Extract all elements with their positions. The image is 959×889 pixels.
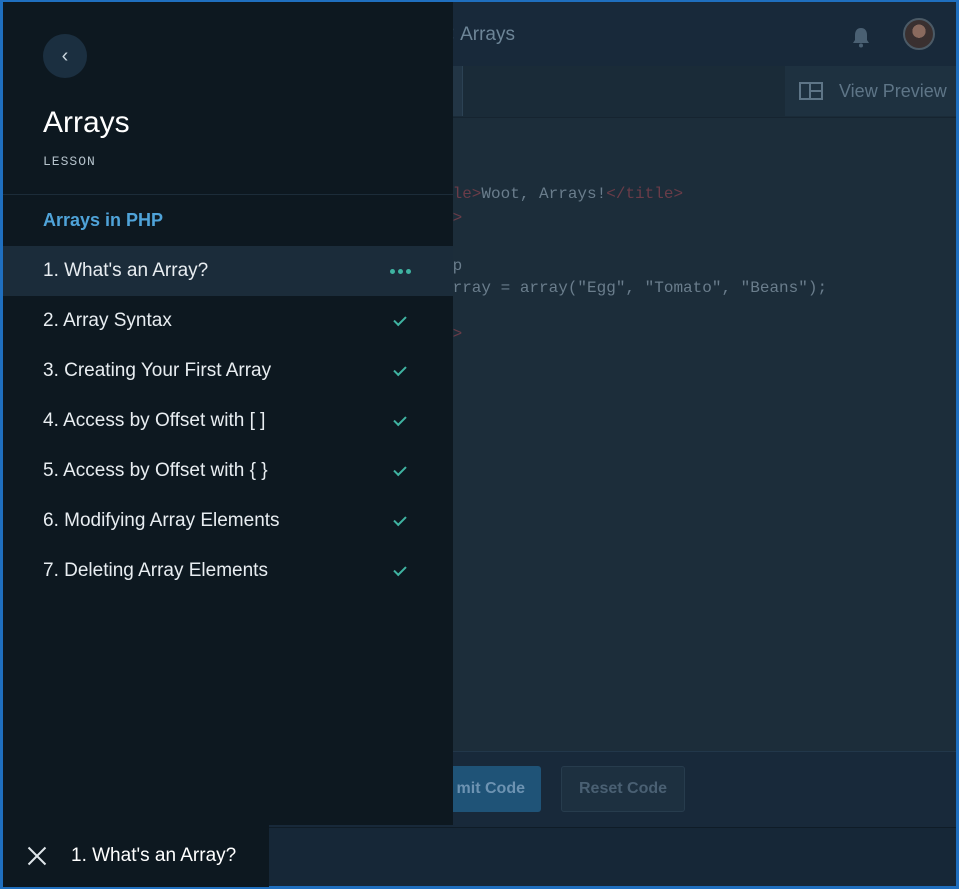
checkmark-icon xyxy=(385,362,415,376)
close-icon[interactable] xyxy=(27,846,47,866)
view-preview-label: View Preview xyxy=(839,80,947,101)
checkmark-icon xyxy=(385,512,415,526)
code-line: tle>Woot, Arrays!</title> xyxy=(443,185,684,203)
checkmark-icon xyxy=(385,462,415,476)
lesson-item-label: 6. Modifying Array Elements xyxy=(43,510,280,531)
lesson-item-list: 1. What's an Array? 2. Array Syntax 3. Cre… xyxy=(3,246,453,596)
lesson-item[interactable]: 3. Creating Your First Array xyxy=(3,346,453,396)
current-lesson-bar: 1. What's an Array? xyxy=(3,825,269,887)
layout-icon xyxy=(799,82,823,100)
lesson-item[interactable]: 6. Modifying Array Elements xyxy=(3,496,453,546)
lesson-item[interactable]: 4. Access by Offset with [ ] xyxy=(3,396,453,446)
reset-code-button[interactable]: Reset Code xyxy=(561,766,685,812)
app-title-text: Arrays xyxy=(460,24,516,45)
lesson-item-label: 7. Deleting Array Elements xyxy=(43,560,268,581)
section-title: Arrays in PHP xyxy=(43,210,164,230)
more-dots-icon xyxy=(385,268,415,274)
lesson-item-label: 2. Array Syntax xyxy=(43,310,172,331)
divider xyxy=(3,194,453,195)
lesson-item[interactable]: 5. Access by Offset with { } xyxy=(3,446,453,496)
lesson-item[interactable]: 1. What's an Array? xyxy=(3,246,453,296)
lesson-item-label: 4. Access by Offset with [ ] xyxy=(43,410,266,431)
notification-bell-icon[interactable] xyxy=(851,26,871,48)
checkmark-icon xyxy=(385,312,415,326)
lesson-item-label: 1. What's an Array? xyxy=(43,260,209,281)
lesson-title: Arrays xyxy=(43,106,130,139)
lesson-item-label: 5. Access by Offset with { } xyxy=(43,460,268,481)
view-preview-button[interactable]: View Preview xyxy=(785,66,956,116)
lesson-kind-label: LESSON xyxy=(43,154,96,169)
lesson-panel: ‹ Arrays LESSON Arrays in PHP 1. What's … xyxy=(3,2,453,825)
checkmark-icon xyxy=(385,562,415,576)
lesson-item-label: 3. Creating Your First Array xyxy=(43,360,272,381)
lesson-item[interactable]: 7. Deleting Array Elements xyxy=(3,546,453,596)
app-title: <Arrays xyxy=(443,24,515,46)
current-lesson-label: 1. What's an Array? xyxy=(71,845,237,866)
code-line: array = array("Egg", "Tomato", "Beans"); xyxy=(443,279,828,297)
user-avatar[interactable] xyxy=(903,18,935,50)
back-button[interactable]: ‹ xyxy=(43,34,87,78)
lesson-item[interactable]: 2. Array Syntax xyxy=(3,296,453,346)
checkmark-icon xyxy=(385,412,415,426)
